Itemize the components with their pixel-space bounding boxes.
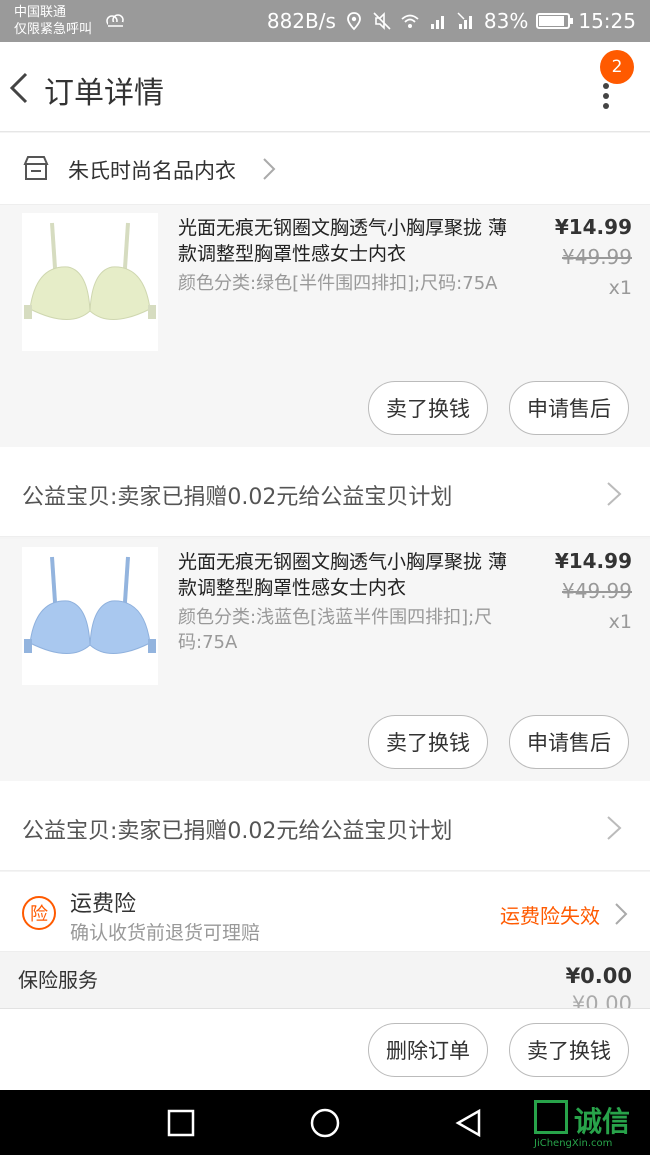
service-label: 保险服务 [18, 968, 98, 992]
chevron-right-icon [615, 903, 628, 925]
clock: 15:25 [578, 9, 636, 33]
product-quantity: x1 [608, 611, 632, 633]
freight-insurance-row[interactable]: 险 运费险 确认收货前退货可理赔 运费险失效 [0, 872, 650, 952]
mute-icon [373, 12, 391, 30]
net-speed: 882B/s [266, 9, 336, 33]
sell-button[interactable]: 卖了换钱 [368, 381, 488, 435]
system-nav-bar: 诚信 JiChengXin.com [0, 1090, 650, 1155]
carrier-info: 中国联通 仅限紧急呼叫 [14, 4, 92, 38]
insurance-service-row: 保险服务 ¥0.00 ¥0.00 [0, 952, 650, 1008]
product-title[interactable]: 光面无痕无钢圈文胸透气小胸厚聚拢 薄款调整型胸罩性感女士内衣 [178, 549, 508, 601]
product-spec: 颜色分类:绿色[半件围四排扣];尺码:75A [178, 273, 498, 294]
insurance-title: 运费险 [70, 892, 137, 917]
product-quantity: x1 [608, 277, 632, 299]
insurance-subtitle: 确认收货前退货可理赔 [70, 922, 261, 944]
sell-button[interactable]: 卖了换钱 [509, 1023, 629, 1077]
charity-row[interactable]: 公益宝贝:卖家已捐赠0.02元给公益宝贝计划 [0, 447, 650, 537]
chevron-right-icon [607, 816, 622, 840]
watermark-url: JiChengXin.com [534, 1138, 613, 1149]
carrier-label: 中国联通 [14, 5, 67, 20]
product-spec: 颜色分类:浅蓝色[浅蓝半件围四排扣];尺码:75A [178, 607, 493, 653]
emergency-label: 仅限紧急呼叫 [14, 22, 93, 37]
app-header: 订单详情 2 [0, 42, 650, 132]
product-price: ¥14.99 [554, 215, 632, 239]
charity-text: 公益宝贝:卖家已捐赠0.02元给公益宝贝计划 [22, 819, 453, 844]
status-bar: 中国联通 仅限紧急呼叫 882B/s 83% 15:25 [0, 0, 650, 42]
product-item[interactable]: 光面无痕无钢圈文胸透气小胸厚聚拢 薄款调整型胸罩性感女士内衣 颜色分类:绿色[半… [0, 205, 650, 447]
product-image-bra-green[interactable] [22, 213, 158, 351]
chevron-right-icon [263, 158, 276, 180]
status-icons: 882B/s 83% 15:25 [259, 0, 636, 42]
after-sale-button[interactable]: 申请售后 [509, 715, 629, 769]
back-arrow-icon[interactable] [6, 68, 36, 108]
notification-badge: 2 [600, 50, 634, 84]
after-sale-button[interactable]: 申请售后 [509, 381, 629, 435]
bottom-action-bar: 删除订单 卖了换钱 [0, 1008, 650, 1090]
location-icon [347, 12, 361, 31]
sell-button[interactable]: 卖了换钱 [368, 715, 488, 769]
watermark-box-icon [534, 1100, 568, 1134]
battery-icon [536, 13, 574, 29]
charity-row[interactable]: 公益宝贝:卖家已捐赠0.02元给公益宝贝计划 [0, 781, 650, 871]
watermark-logo: 诚信 JiChengXin.com [530, 1096, 648, 1152]
more-menu-icon[interactable] [594, 80, 618, 110]
battery-percent: 83% [483, 9, 529, 33]
product-item[interactable]: 光面无痕无钢圈文胸透气小胸厚聚拢 薄款调整型胸罩性感女士内衣 颜色分类:浅蓝色[… [0, 539, 650, 781]
insurance-status: 运费险失效 [500, 904, 600, 928]
recent-apps-icon[interactable] [166, 1108, 196, 1138]
shop-name: 朱氏时尚名品内衣 [68, 159, 236, 183]
delete-order-button[interactable]: 删除订单 [368, 1023, 488, 1077]
home-icon[interactable] [310, 1108, 340, 1138]
insurance-icon: 险 [22, 896, 56, 930]
charity-text: 公益宝贝:卖家已捐赠0.02元给公益宝贝计划 [22, 485, 453, 510]
signal-4g-icon [430, 16, 444, 29]
product-original-price: ¥49.99 [562, 579, 632, 603]
signal-no-sim-icon [457, 12, 472, 29]
service-value-partial: ¥0.00 [571, 992, 632, 1008]
service-value: ¥0.00 [565, 964, 632, 988]
chevron-right-icon [607, 482, 622, 506]
product-price: ¥14.99 [554, 549, 632, 573]
product-original-price: ¥49.99 [562, 245, 632, 269]
weather-cloud-icon [106, 14, 124, 27]
shop-row[interactable]: 朱氏时尚名品内衣 [0, 133, 650, 205]
wifi-icon [401, 14, 419, 28]
back-triangle-icon[interactable] [454, 1108, 484, 1138]
product-image-bra-blue[interactable] [22, 547, 158, 685]
product-title[interactable]: 光面无痕无钢圈文胸透气小胸厚聚拢 薄款调整型胸罩性感女士内衣 [178, 215, 508, 267]
store-icon [23, 156, 49, 180]
page-title: 订单详情 [44, 76, 164, 111]
watermark-text: 诚信 [574, 1105, 631, 1138]
